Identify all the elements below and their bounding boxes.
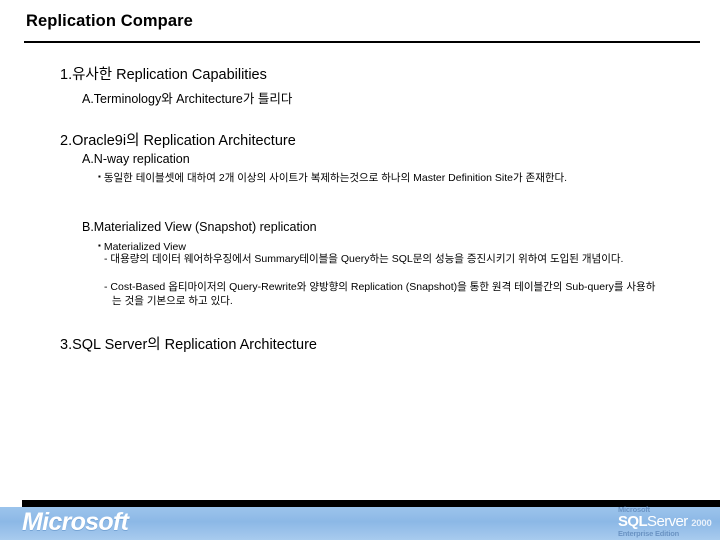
outline-bullet-2b-1-text: Materialized View [103,241,186,253]
outline-item-2b: B.Materialized View (Snapshot) replicati… [82,220,317,234]
microsoft-logo: Microsoft [22,508,129,536]
outline-dash-2b-2: - Cost-Based 옵티마이저의 Query-Rewrite와 양방향의 … [104,281,656,307]
slide-canvas: { "slide": { "title": "Replication Compa… [0,0,720,540]
brand-server-word: Server [647,512,688,530]
square-bullet-icon: ▪ [98,172,101,181]
outline-dash-2b-1: - 대용량의 데이터 웨어하우징에서 Summary테이블을 Query하는 S… [104,253,624,265]
outline-item-1a: A.Terminology와 Architecture가 틀리다 [82,92,293,106]
outline-bullet-2a-1-text: 동일한 테이블셋에 대하여 2개 이상의 사이트가 복제하는것으로 하나의 Ma… [103,172,568,184]
page-title: Replication Compare [26,12,193,30]
brand-sql-word: SQL [618,512,648,530]
brand-edition-label: Enterprise Edition [618,528,679,538]
outline-item-1: 1.유사한 Replication Capabilities [60,67,267,83]
title-divider [24,41,700,43]
outline-item-2a: A.N-way replication [82,152,190,166]
footer-black-bar [22,500,720,507]
brand-sqlserver-label: SQLServer 2000 [618,514,714,529]
outline-item-3: 3.SQL Server의 Replication Architecture [60,337,318,353]
brand-year: 2000 [691,517,712,529]
square-bullet-icon-2: ▪ [98,241,101,250]
sql-server-brand: Microsoft SQLServer 2000 Enterprise Edit… [618,506,714,537]
outline-item-2: 2.Oracle9i의 Replication Architecture [60,133,296,149]
outline-bullet-2a-1: ▪ 동일한 테이블셋에 대하여 2개 이상의 사이트가 복제하는것으로 하나의 M… [98,170,662,186]
